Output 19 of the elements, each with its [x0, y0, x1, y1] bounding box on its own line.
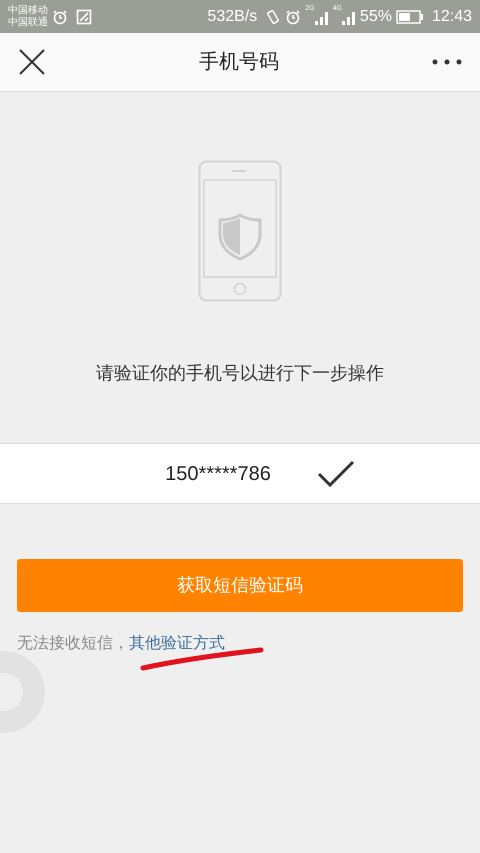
- vibrate-icon: [265, 8, 282, 24]
- alarm-icon: [52, 8, 68, 24]
- close-icon[interactable]: [18, 48, 46, 76]
- carrier-name: 中国联通: [8, 16, 48, 28]
- more-icon[interactable]: [432, 59, 462, 65]
- hint-text: 无法接收短信，: [17, 634, 129, 654]
- other-verification-link[interactable]: 其他验证方式: [129, 632, 225, 656]
- page-title: 手机号码: [199, 50, 279, 75]
- instruction-text: 请验证你的手机号以进行下一步操作: [95, 362, 385, 385]
- clock: 12:43: [432, 6, 472, 26]
- get-sms-code-button[interactable]: 获取短信验证码: [17, 559, 463, 612]
- image-icon: [76, 8, 92, 24]
- carrier-name: 中国移动: [8, 4, 48, 16]
- battery-icon: [396, 10, 424, 24]
- phone-shield-icon: [198, 160, 282, 302]
- phone-number: 150*****786: [165, 462, 271, 486]
- alarm-icon: [285, 8, 302, 24]
- battery-percent: 55%: [360, 6, 392, 26]
- network-speed: 532B/s: [207, 6, 258, 26]
